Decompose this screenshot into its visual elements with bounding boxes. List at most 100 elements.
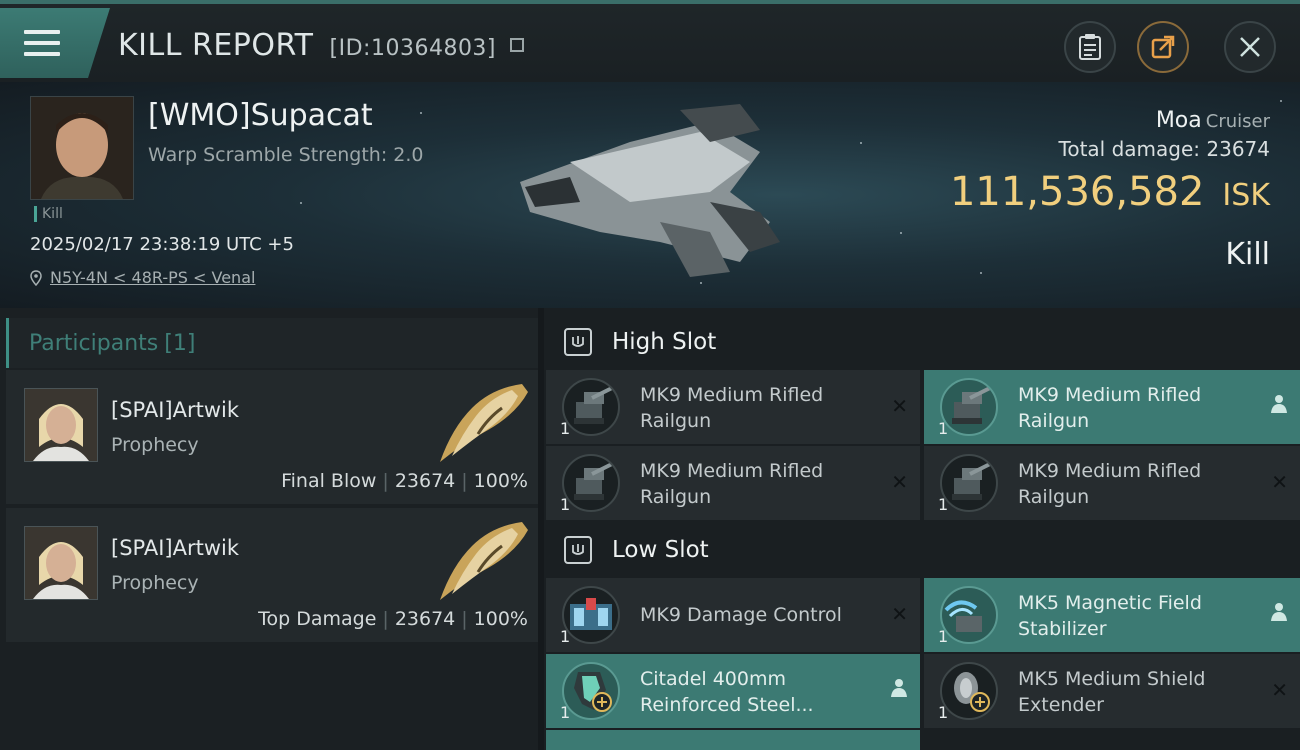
module-name: MK9 Medium Rifled Railgun	[1018, 460, 1202, 508]
damage-control-icon	[562, 586, 620, 644]
menu-icon	[24, 30, 60, 56]
dropped-person-icon	[1270, 394, 1288, 419]
participant-ship: Prophecy	[111, 434, 199, 456]
menu-button[interactable]	[0, 8, 110, 78]
kill-result: Kill	[1225, 237, 1270, 272]
participant-damage: 23674	[394, 608, 456, 630]
participant-role: Final Blow	[281, 470, 377, 492]
isk-value: 111,536,582	[949, 169, 1205, 215]
page-title: KILL REPORT [ID:10364803]	[118, 28, 525, 63]
kill-datetime: 2025/02/17 23:38:19 UTC +5	[30, 234, 294, 255]
module-name: MK9 Medium Rifled Railgun	[640, 460, 824, 508]
participant-stats: Top Damage | 23674 | 100%	[258, 608, 528, 630]
warp-scramble-strength: Warp Scramble Strength: 2.0	[148, 144, 424, 166]
module-name: MK5 Medium Shield Extender	[1018, 668, 1206, 716]
participants-count: [1]	[164, 330, 196, 356]
module-item[interactable]: 1 MK9 Medium Rifled Railgun ✕	[546, 370, 920, 444]
total-damage-line: Total damage: 23674	[950, 137, 1270, 161]
isk-value-line: 111,536,582 ISK	[950, 169, 1270, 215]
ship-line: Moa Cruiser	[950, 108, 1270, 133]
magnetic-field-stabilizer-icon	[940, 586, 998, 644]
participant-ship-image	[440, 522, 528, 600]
participant-ship: Prophecy	[111, 572, 199, 594]
report-id: [ID:10364803]	[329, 36, 497, 61]
destroyed-icon: ✕	[891, 602, 908, 626]
fitting-panel: High Slot 1 MK9 Medium Rifled Railgun ✕ …	[544, 308, 1300, 750]
module-item[interactable]: 1 MK5 Magnetic Field Stabilizer	[924, 578, 1300, 652]
participant-name[interactable]: [SPAI]Artwik	[111, 536, 239, 560]
module-item[interactable]: 1 MK9 Medium Rifled Railgun	[924, 370, 1300, 444]
kill-location[interactable]: N5Y-4N < 48R-PS < Venal	[30, 268, 255, 287]
railgun-icon	[562, 454, 620, 512]
participant-row[interactable]: [SPAI]Artwik Prophecy Final Blow | 23674 | 1…	[6, 370, 538, 504]
victim-hero: [WMO]Supacat Warp Scramble Strength: 2.0…	[0, 82, 1300, 308]
low-slot-label: Low Slot	[612, 537, 709, 563]
location-pin-icon	[30, 269, 42, 286]
armor-plate-icon	[562, 662, 620, 720]
destroyed-icon: ✕	[891, 394, 908, 418]
clipboard-icon	[1079, 34, 1101, 60]
victim-avatar[interactable]	[30, 96, 134, 200]
top-bar: KILL REPORT [ID:10364803]	[0, 0, 1300, 82]
destroyed-icon: ✕	[891, 470, 908, 494]
ship-name[interactable]: Moa	[1156, 108, 1202, 133]
module-item[interactable]: 1 MK9 Medium Rifled Railgun ✕	[924, 446, 1300, 520]
railgun-icon	[940, 454, 998, 512]
victim-name[interactable]: [WMO]Supacat	[148, 98, 373, 133]
location-text[interactable]: N5Y-4N < 48R-PS < Venal	[50, 268, 255, 287]
module-quantity: 1	[560, 703, 571, 722]
participants-panel: Participants [1] [SPAI]Artwik Prophecy F…	[0, 308, 538, 750]
module-quantity: 1	[938, 419, 949, 438]
participant-avatar[interactable]	[24, 526, 98, 600]
module-quantity: 1	[938, 627, 949, 646]
participants-header: Participants [1]	[6, 318, 538, 368]
dropped-person-icon	[890, 678, 908, 703]
railgun-icon	[940, 378, 998, 436]
close-icon	[1240, 37, 1260, 57]
copy-icon[interactable]	[510, 37, 525, 52]
module-name: Citadel 400mm Reinforced Steel...	[640, 668, 814, 716]
victim-ship-image	[520, 104, 780, 277]
participant-damage: 23674	[394, 470, 456, 492]
isk-unit: ISK	[1222, 178, 1270, 213]
share-button[interactable]	[1137, 21, 1189, 73]
dropped-person-icon	[1270, 602, 1288, 627]
low-slot-header: Low Slot	[544, 520, 1300, 580]
participant-row[interactable]: [SPAI]Artwik Prophecy Top Damage | 23674 | 1…	[6, 508, 538, 642]
module-item[interactable]: 1 Citadel 400mm Reinforced Steel...	[546, 654, 920, 728]
module-name: MK9 Medium Rifled Railgun	[640, 384, 824, 432]
participant-avatar[interactable]	[24, 388, 98, 462]
module-quantity: 1	[938, 495, 949, 514]
low-slot-icon	[564, 536, 592, 564]
module-name: MK9 Medium Rifled Railgun	[1018, 384, 1202, 432]
shield-extender-icon	[940, 662, 998, 720]
participants-label: Participants	[29, 330, 159, 356]
railgun-icon	[562, 378, 620, 436]
kill-tag: Kill	[34, 206, 63, 222]
participant-name[interactable]: [SPAI]Artwik	[111, 398, 239, 422]
module-quantity: 1	[938, 703, 949, 722]
destroyed-icon: ✕	[1271, 470, 1288, 494]
module-name: MK5 Magnetic Field Stabilizer	[1018, 592, 1202, 640]
ship-info: Moa Cruiser Total damage: 23674 111,536,5…	[950, 108, 1270, 272]
module-item[interactable]: 1 MK9 Medium Rifled Railgun ✕	[546, 446, 920, 520]
participant-stats: Final Blow | 23674 | 100%	[281, 470, 528, 492]
high-slot-label: High Slot	[612, 329, 717, 355]
title-text: KILL REPORT	[118, 28, 314, 63]
module-quantity: 1	[560, 495, 571, 514]
ship-class: Cruiser	[1205, 111, 1270, 132]
module-quantity: 1	[560, 627, 571, 646]
high-slot-header: High Slot	[544, 312, 1300, 372]
destroyed-icon: ✕	[1271, 678, 1288, 702]
participant-percent: 100%	[473, 470, 528, 492]
module-item[interactable]: 1 MK5 Medium Shield Extender ✕	[924, 654, 1300, 728]
clipboard-button[interactable]	[1064, 21, 1116, 73]
participant-percent: 100%	[473, 608, 528, 630]
close-button[interactable]	[1224, 21, 1276, 73]
module-item[interactable]: 1 MK9 Damage Control ✕	[546, 578, 920, 652]
share-icon	[1151, 35, 1175, 59]
high-slot-icon	[564, 328, 592, 356]
participant-role: Top Damage	[258, 608, 377, 630]
module-item-partial[interactable]	[546, 730, 920, 750]
participant-ship-image	[440, 384, 528, 462]
